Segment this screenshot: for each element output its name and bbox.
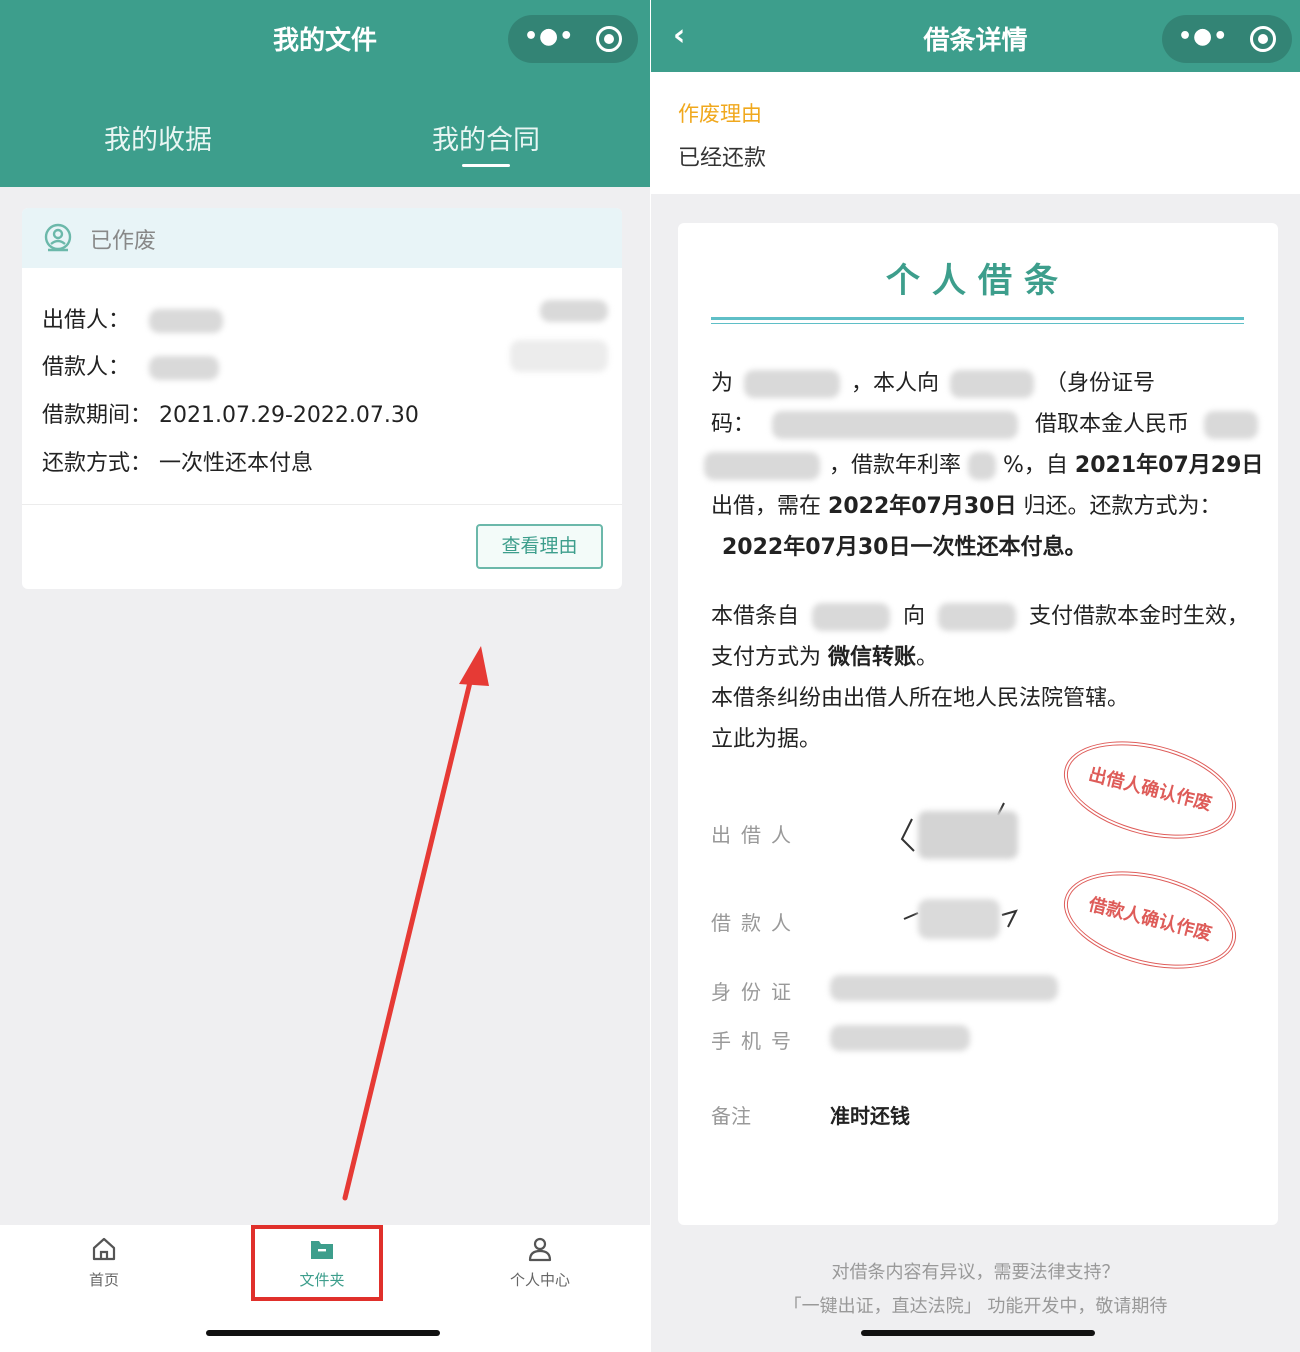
close-miniprogram-icon[interactable] [596,26,622,52]
doc-line: 出借，需在 2022年07月30日 归还。还款方式为： [711,494,1222,519]
loan-period-label: 借款期间： [42,403,153,428]
miniprogram-capsule: •●• [1162,15,1292,63]
id-number-label: 身份证 [711,980,801,1004]
feature-hint: 「一键出证，直达法院」 功能开发中，敬请期待 [783,1296,1168,1317]
lender-void-stamp: 出借人确认作废 [1053,725,1247,855]
borrower-label: 借款人： [42,355,131,380]
card-divider [22,504,622,505]
tab-profile-label: 个人中心 [509,1271,570,1289]
loan-document: 个人借条 为 ，本人向 （身份证号 码： 借取本金人民币 ，借款年利率 %，自 … [678,223,1278,1225]
status-text: 已作废 [90,229,157,254]
tab-contracts[interactable]: 我的合同 [386,118,586,157]
tab-bar-top: 我的收据 我的合同 [0,118,650,168]
tab-home-label: 首页 [88,1271,119,1289]
header: 我的文件 •●• 我的收据 我的合同 [0,0,650,187]
loan-period-value: 2021.07.29-2022.07.30 [159,403,419,428]
highlight-box [251,1225,383,1301]
repayment-row: 还款方式： 一次性还本付息 [42,445,313,477]
dispute-hint: 对借条内容有异议，需要法律支持？ [831,1262,1120,1283]
title-rule [711,317,1244,320]
void-reason-label: 作废理由 [678,102,762,126]
redacted-rate [968,452,997,480]
redacted-id [772,411,1019,439]
redacted-text [744,370,841,398]
lender-signature-label: 出借人 [711,823,801,847]
void-reason-value: 已经还款 [678,146,767,171]
borrower-signature [903,899,1018,939]
doc-line: 支付方式为 微信转账。 [711,645,939,670]
annotation-arrow [342,646,489,1201]
lender-label: 出借人： [42,308,131,333]
void-reason-section: 作废理由 已经还款 [651,72,1300,194]
home-indicator [206,1330,440,1336]
doc-line: 为 ，本人向 （身份证号 [711,370,1156,398]
lender-signature [900,802,1018,859]
note-value: 准时还钱 [830,1104,910,1128]
loan-period-row: 借款期间： 2021.07.29-2022.07.30 [42,397,419,429]
person-icon [528,1237,552,1262]
redacted-text [950,370,1035,398]
active-tab-indicator [462,164,510,167]
doc-line: 2022年07月30日一次性还本付息。 [722,535,1087,560]
repayment-value: 一次性还本付息 [159,451,314,476]
more-icon[interactable]: •●• [1178,24,1228,49]
tab-home[interactable]: 首页 [44,1235,164,1290]
document-title: 个人借条 [886,261,1070,301]
id-number-redacted [830,975,1058,1001]
borrower-name-redacted [149,356,220,380]
borrower-signature-label: 借款人 [711,911,801,935]
voided-stamp-icon [44,223,72,252]
doc-line: 立此为据。 [711,727,822,752]
header: ‹ 借条详情 •●• [651,0,1300,72]
phone-redacted [830,1025,970,1051]
amount-redacted [540,300,608,322]
contract-card[interactable]: 已作废 出借人： 借款人： 借款期间： 2021.07.29-2022.07.3… [22,208,622,589]
card-status-bar: 已作废 [22,208,622,268]
watermark-redacted [510,340,608,372]
lender-name-redacted [149,309,224,333]
loan-detail-screen: ‹ 借条详情 •●• 作废理由 已经还款 个人借条 为 ，本人向 （身份证号 码… [651,0,1300,1352]
doc-line: 本借条自 向 支付借款本金时生效， [711,603,1250,631]
redacted-date [812,603,891,631]
note-label: 备注 [711,1104,751,1128]
redacted-name [938,603,1017,631]
more-icon[interactable]: •●• [524,24,574,49]
home-icon [92,1237,116,1261]
borrower-void-stamp: 借款人确认作废 [1053,855,1247,985]
redacted-amount [704,452,820,480]
doc-line: ，借款年利率 %，自 2021年07月29日 [704,447,1263,480]
doc-line: 码： 借取本金人民币 [711,406,1259,439]
title-rule-thin [711,323,1244,324]
tab-profile[interactable]: 个人中心 [480,1235,600,1290]
doc-line: 本借条纠纷由出借人所在地人民法院管辖。 [711,686,1130,711]
borrower-row: 借款人： [42,349,220,381]
repayment-label: 还款方式： [42,451,153,476]
phone-label: 手机号 [711,1029,801,1053]
close-miniprogram-icon[interactable] [1250,26,1276,52]
miniprogram-capsule: •●• [508,15,638,63]
home-indicator [861,1330,1095,1336]
my-files-screen: 我的文件 •●• 我的收据 我的合同 已作废 出借人： 借款人： 借款期间： 2… [0,0,650,1352]
tab-receipts[interactable]: 我的收据 [58,118,258,157]
redacted-amount [1204,411,1259,439]
view-reason-button[interactable]: 查看理由 [476,524,603,569]
lender-row: 出借人： [42,302,224,334]
